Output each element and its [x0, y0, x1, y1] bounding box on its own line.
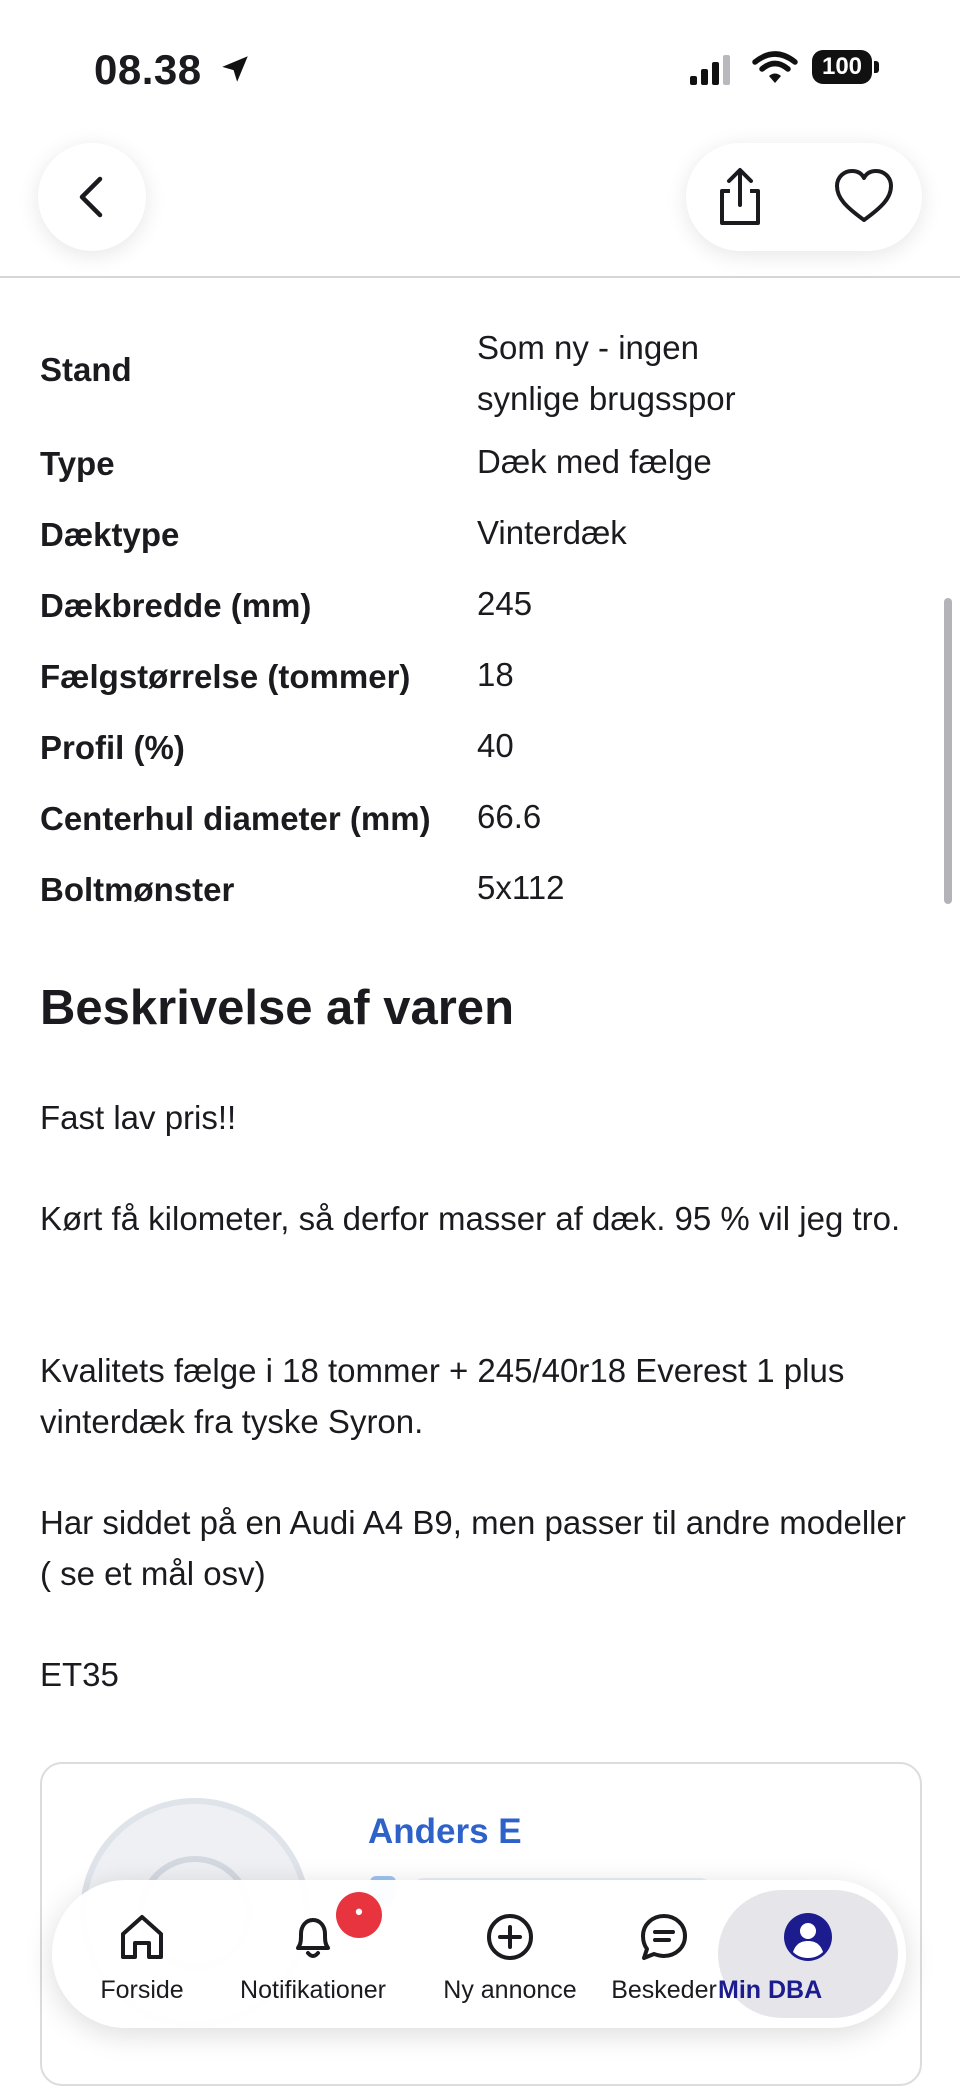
spec-value: 18	[477, 656, 514, 693]
plus-circle-icon	[487, 1914, 533, 1960]
battery-indicator: 100	[812, 50, 880, 86]
spec-value: Dæk med fælge	[477, 443, 712, 480]
bell-icon	[296, 1918, 330, 1958]
bottom-tab-bar: Forside Notifikationer • Ny annonce Besk…	[52, 1880, 906, 2028]
header-divider	[0, 276, 960, 278]
actions-pill	[686, 143, 922, 251]
tab-forside[interactable]: Forside	[82, 1880, 202, 2028]
home-icon	[121, 1915, 163, 1959]
tab-label: Beskeder	[611, 1976, 717, 2004]
description-paragraph: Kvalitets fælge i 18 tommer + 245/40r18 …	[40, 1352, 845, 1440]
wifi-icon	[752, 51, 798, 83]
status-time: 08.38	[94, 46, 202, 93]
seller-name[interactable]: Anders E	[368, 1812, 522, 1852]
tab-min-dba[interactable]: Min DBA	[718, 1890, 898, 2018]
location-arrow-icon	[222, 56, 248, 82]
notification-badge: •	[336, 1892, 382, 1938]
battery-tip	[874, 61, 879, 73]
status-bar: 08.38 100	[0, 0, 960, 130]
tab-label: Min DBA	[718, 1976, 823, 2004]
spec-label: Centerhul diameter (mm)	[40, 800, 431, 837]
spec-label: Dæktype	[40, 516, 180, 553]
spec-value: 245	[477, 585, 533, 622]
spec-value: 66.6	[477, 798, 542, 835]
chat-icon	[641, 1914, 687, 1960]
scrollbar[interactable]	[944, 598, 952, 904]
description-title: Beskrivelse af varen	[40, 981, 514, 1035]
tab-label: Ny annonce	[443, 1976, 577, 2004]
cellular-signal-icon	[690, 55, 730, 85]
spec-value: Som ny - ingen synlige brugsspor	[477, 322, 897, 424]
spec-label: Boltmønster	[40, 871, 235, 908]
spec-label: Profil (%)	[40, 729, 185, 766]
description-paragraph: ET35	[40, 1656, 119, 1693]
spec-value-line: Som ny - ingen	[477, 329, 699, 366]
spec-label: Dækbredde (mm)	[40, 587, 312, 624]
spec-label: Type	[40, 445, 115, 482]
tab-ny-annonce[interactable]: Ny annonce	[430, 1880, 590, 2028]
spec-value: 5x112	[477, 869, 565, 906]
tab-beskeder[interactable]: Beskeder	[606, 1880, 722, 2028]
spec-label: Stand	[40, 351, 132, 388]
spec-value-line: synlige brugsspor	[477, 380, 736, 417]
description-paragraph: Kørt få kilometer, så derfor masser af d…	[40, 1200, 901, 1237]
battery-level: 100	[812, 50, 872, 84]
user-icon	[784, 1913, 832, 1961]
spec-value: Vinterdæk	[477, 514, 627, 551]
description-paragraph: Fast lav pris!!	[40, 1099, 237, 1136]
back-button[interactable]	[38, 143, 146, 251]
heart-icon[interactable]	[832, 165, 896, 229]
chevron-left-icon	[79, 176, 103, 218]
tab-label: Forside	[100, 1976, 184, 2004]
share-icon[interactable]	[708, 165, 772, 229]
description-paragraph: Har siddet på en Audi A4 B9, men passer …	[40, 1504, 906, 1592]
spec-value: 40	[477, 727, 514, 764]
spec-label: Fælgstørrelse (tommer)	[40, 658, 411, 695]
tab-label: Notifikationer	[240, 1976, 386, 2004]
